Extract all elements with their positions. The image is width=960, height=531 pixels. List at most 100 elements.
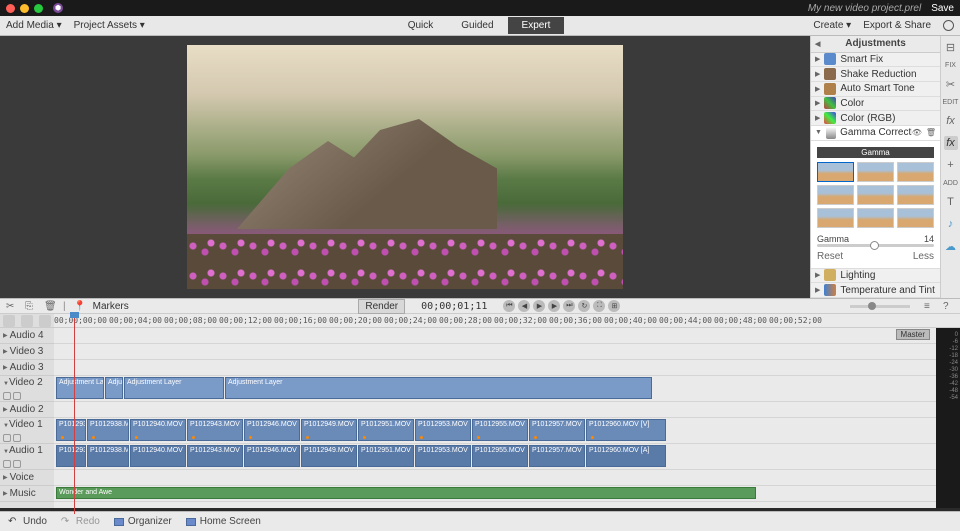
panel-menu-icon[interactable]: ≡ bbox=[924, 301, 935, 312]
preset-3[interactable] bbox=[897, 162, 934, 182]
tool-dropper-icon[interactable]: ⊟ bbox=[944, 40, 958, 54]
audio-clip[interactable]: P1012960.MOV [A] bbox=[586, 445, 666, 467]
ruler-link-icon[interactable] bbox=[39, 315, 51, 327]
trash-icon[interactable]: 🗑 bbox=[926, 128, 936, 137]
adj-color[interactable]: ▶Color bbox=[811, 97, 940, 112]
step-fwd-icon[interactable]: ▶ bbox=[548, 300, 560, 312]
preset-4[interactable] bbox=[817, 185, 854, 205]
adj-auto-smart-tone[interactable]: ▶Auto Smart Tone bbox=[811, 82, 940, 97]
preview-video-frame[interactable] bbox=[187, 45, 623, 289]
track-video1[interactable]: P1012938.MOV [V]P1012938.MOV [V]P1012940… bbox=[54, 418, 936, 444]
maximize-window-icon[interactable] bbox=[34, 4, 43, 13]
tab-expert[interactable]: Expert bbox=[508, 17, 565, 34]
tool-audio-icon[interactable]: ♪ bbox=[944, 217, 958, 231]
audio-clip[interactable]: P1012951.MOV [A] bbox=[358, 445, 414, 467]
video-clip[interactable]: P1012940.MOV [V] bbox=[130, 419, 186, 441]
video-clip[interactable]: P1012951.MOV [V] bbox=[358, 419, 414, 441]
ruler-zoom-icon[interactable] bbox=[3, 315, 15, 327]
track-voice[interactable] bbox=[54, 470, 936, 486]
tool-share-icon[interactable]: ☁ bbox=[944, 239, 958, 253]
add-media-button[interactable]: Add Media ▾ bbox=[6, 20, 62, 31]
video-clip[interactable]: P1012946.MOV [V] bbox=[244, 419, 300, 441]
render-button[interactable]: Render bbox=[358, 299, 405, 314]
less-button[interactable]: Less bbox=[913, 251, 934, 262]
track-audio3[interactable] bbox=[54, 360, 936, 376]
audio-clip[interactable]: P1012946.MOV [A] bbox=[244, 445, 300, 467]
track-video2[interactable]: Adjustment LayerAdjustment LayerAdjustme… bbox=[54, 376, 936, 402]
loop-icon[interactable]: ↻ bbox=[578, 300, 590, 312]
go-end-icon[interactable]: ⏭ bbox=[563, 300, 575, 312]
playhead[interactable] bbox=[74, 314, 75, 514]
track-audio1[interactable]: P1012938.MOV [A]P1012938.MOV [A]P1012940… bbox=[54, 444, 936, 470]
close-window-icon[interactable] bbox=[6, 4, 15, 13]
music-clip[interactable]: Wonder and Awe bbox=[56, 487, 756, 499]
track-head-audio4[interactable]: ▶Audio 4 bbox=[0, 328, 54, 344]
adjustment-clip[interactable]: Adjustment Layer bbox=[124, 377, 224, 399]
fullscreen-icon[interactable]: ⛶ bbox=[593, 300, 605, 312]
go-start-icon[interactable]: ⏮ bbox=[503, 300, 515, 312]
tool-crop-icon[interactable]: ✂ bbox=[944, 77, 958, 91]
tool-fx2-icon[interactable]: fx bbox=[944, 136, 958, 150]
project-assets-button[interactable]: Project Assets ▾ bbox=[74, 20, 145, 31]
adj-gamma-correction[interactable]: ▼Gamma Correction👁🗑 bbox=[811, 126, 940, 141]
gamma-slider[interactable] bbox=[817, 244, 934, 247]
create-button[interactable]: Create ▾ bbox=[813, 20, 851, 31]
play-icon[interactable]: ▶ bbox=[533, 300, 545, 312]
master-badge[interactable]: Master bbox=[896, 329, 930, 340]
track-head-audio2[interactable]: ▶Audio 2 bbox=[0, 402, 54, 418]
save-button[interactable]: Save bbox=[931, 3, 954, 14]
undo-button[interactable]: ↶Undo bbox=[8, 516, 47, 527]
timeline-ruler[interactable]: 00;00;00;0000;00;04;0000;00;08;0000;00;1… bbox=[0, 314, 960, 328]
track-audio2[interactable] bbox=[54, 402, 936, 418]
preset-9[interactable] bbox=[897, 208, 934, 228]
marker-icon[interactable]: 📍 bbox=[74, 301, 85, 312]
eye-icon[interactable]: 👁 bbox=[912, 128, 922, 137]
timeline-tool-2-icon[interactable]: ⎘ bbox=[25, 301, 36, 312]
preset-7[interactable] bbox=[817, 208, 854, 228]
extra-icon[interactable]: ⊞ bbox=[608, 300, 620, 312]
tool-text-icon[interactable]: T bbox=[944, 195, 958, 209]
video-clip[interactable]: P1012938.MOV [V] bbox=[56, 419, 86, 441]
tool-add-icon[interactable]: + bbox=[944, 158, 958, 172]
video-clip[interactable]: P1012953.MOV [V] bbox=[415, 419, 471, 441]
track-music[interactable]: Wonder and Awe bbox=[54, 486, 936, 502]
adj-smart-fix[interactable]: ▶Smart Fix bbox=[811, 53, 940, 68]
reset-button[interactable]: Reset bbox=[817, 251, 843, 262]
organizer-button[interactable]: Organizer bbox=[114, 516, 172, 527]
track-head-video2[interactable]: ▼Video 2 bbox=[0, 376, 54, 402]
tab-quick[interactable]: Quick bbox=[394, 17, 448, 34]
track-head-voice[interactable]: ▶Voice bbox=[0, 470, 54, 486]
tab-guided[interactable]: Guided bbox=[447, 17, 507, 34]
track-head-music[interactable]: ▶Music bbox=[0, 486, 54, 502]
timecode-display[interactable]: 00;00;01;11 bbox=[421, 301, 487, 312]
ruler-snap-icon[interactable] bbox=[21, 315, 33, 327]
home-screen-button[interactable]: Home Screen bbox=[186, 516, 261, 527]
zoom-slider[interactable] bbox=[850, 305, 910, 308]
audio-clip[interactable]: P1012940.MOV [A] bbox=[130, 445, 186, 467]
redo-button[interactable]: ↷Redo bbox=[61, 516, 100, 527]
video-clip[interactable]: P1012960.MOV [V] bbox=[586, 419, 666, 441]
adj-shake-reduction[interactable]: ▶Shake Reduction bbox=[811, 67, 940, 82]
preset-1[interactable] bbox=[817, 162, 854, 182]
video-clip[interactable]: P1012949.MOV [V] bbox=[301, 419, 357, 441]
track-video3[interactable] bbox=[54, 344, 936, 360]
adj-temperature-tint[interactable]: ▶Temperature and Tint bbox=[811, 283, 940, 298]
settings-icon[interactable] bbox=[943, 20, 954, 31]
audio-clip[interactable]: P1012938.MOV [A] bbox=[56, 445, 86, 467]
audio-clip[interactable]: P1012955.MOV [A] bbox=[472, 445, 528, 467]
track-head-audio1[interactable]: ▼Audio 1 bbox=[0, 444, 54, 470]
adjustment-clip[interactable]: Adjustment Layer bbox=[56, 377, 104, 399]
video-clip[interactable]: P1012957.MOV [V] bbox=[529, 419, 585, 441]
adj-lighting[interactable]: ▶Lighting bbox=[811, 269, 940, 284]
adj-color-rgb[interactable]: ▶Color (RGB) bbox=[811, 111, 940, 126]
track-head-video3[interactable]: ▶Video 3 bbox=[0, 344, 54, 360]
export-share-button[interactable]: Export & Share bbox=[863, 20, 931, 31]
audio-clip[interactable]: P1012957.MOV [A] bbox=[529, 445, 585, 467]
audio-clip[interactable]: P1012953.MOV [A] bbox=[415, 445, 471, 467]
audio-clip[interactable]: P1012949.MOV [A] bbox=[301, 445, 357, 467]
track-head-audio3[interactable]: ▶Audio 3 bbox=[0, 360, 54, 376]
track-head-video1[interactable]: ▼Video 1 bbox=[0, 418, 54, 444]
timeline-delete-icon[interactable]: 🗑 bbox=[44, 301, 55, 312]
adjustment-clip[interactable]: Adjustment Layer bbox=[225, 377, 652, 399]
preset-8[interactable] bbox=[857, 208, 894, 228]
